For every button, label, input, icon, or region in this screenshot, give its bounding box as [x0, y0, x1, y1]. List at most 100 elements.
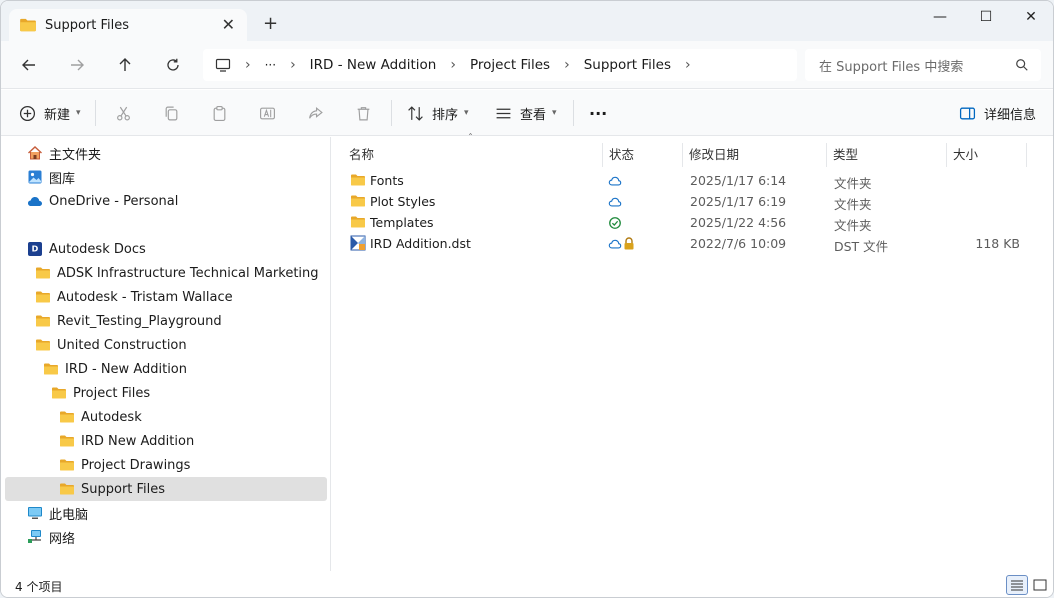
folder-icon [350, 214, 366, 230]
column-header-size[interactable]: 大小 [947, 143, 1027, 167]
rename-icon [260, 107, 275, 119]
nav-item-onedrive[interactable]: OneDrive - Personal [5, 189, 327, 213]
details-pane-button[interactable]: 详细信息 [959, 103, 1036, 123]
navigation-pane: 主文件夹 图库 OneDrive - Personal D Autodesk D… [1, 137, 331, 571]
nav-item-label: OneDrive - Personal [49, 193, 179, 209]
back-button[interactable] [17, 53, 41, 77]
scissors-icon [117, 106, 130, 120]
folder-icon [59, 409, 75, 425]
nav-item-home[interactable]: 主文件夹 [5, 141, 327, 165]
item-count: 4 个项目 [15, 580, 63, 594]
paste-button[interactable] [211, 103, 228, 123]
more-options-icon: ··· [589, 103, 608, 123]
toolbar-divider [573, 100, 574, 126]
tab-title: Support Files [45, 17, 130, 33]
copy-button[interactable] [163, 103, 180, 123]
breadcrumb-separator: › [564, 57, 570, 73]
file-type: 文件夹 [834, 176, 872, 191]
breadcrumb-item[interactable]: IRD - New Addition [310, 57, 437, 73]
nav-item-label: IRD New Addition [81, 433, 195, 449]
search-input[interactable]: 在 Support Files 中搜索 [805, 49, 1041, 81]
column-header-name[interactable]: 名称 [343, 143, 603, 167]
view-label: 查看 [520, 107, 547, 123]
maximize-button[interactable]: ☐ [963, 7, 1009, 27]
refresh-icon [167, 58, 179, 71]
folder-icon [35, 337, 51, 353]
new-tab-button[interactable]: + [263, 13, 278, 34]
nav-item-this-pc[interactable]: 此电脑 [5, 501, 327, 525]
large-icons-view-button[interactable] [1029, 575, 1051, 595]
file-size: 118 KB [975, 236, 1020, 251]
plus-circle-icon [19, 105, 36, 121]
column-header-status[interactable]: 状态 [603, 143, 683, 167]
breadcrumb[interactable]: › ··· › IRD - New Addition › Project Fil… [203, 49, 797, 81]
nav-item-support-files-selected[interactable]: Support Files [5, 477, 327, 501]
view-button[interactable]: 查看 ▾ [495, 103, 557, 123]
details-label: 详细信息 [984, 107, 1037, 123]
nav-item-autodesk-docs[interactable]: D Autodesk Docs [5, 237, 327, 261]
nav-item-label: Project Drawings [81, 457, 191, 473]
table-row[interactable]: Fonts 2025/1/17 6:14 文件夹 [344, 170, 1044, 191]
table-row[interactable]: IRD Addition.dst 2022/7/6 10:09 DST 文件 1… [344, 233, 1044, 254]
minimize-button[interactable]: — [917, 7, 963, 27]
more-options-button[interactable]: ··· [589, 103, 607, 123]
new-button[interactable]: 新建 ▾ [19, 103, 81, 123]
file-name: Plot Styles [370, 194, 436, 209]
refresh-button[interactable] [161, 53, 185, 77]
chevron-down-icon: ▾ [76, 108, 81, 118]
status-bar: 4 个项目 [1, 571, 1053, 597]
breadcrumb-item[interactable]: Project Files [470, 57, 550, 73]
toolbar-divider [391, 100, 392, 126]
nav-item-folder[interactable]: Project Drawings [5, 453, 327, 477]
folder-icon [35, 265, 51, 281]
nav-item-folder[interactable]: IRD New Addition [5, 429, 327, 453]
sort-button[interactable]: 排序 ▾ [407, 103, 469, 123]
column-header-modified[interactable]: 修改日期 [683, 143, 827, 167]
nav-item-folder[interactable]: Autodesk - Tristam Wallace [5, 285, 327, 309]
nav-item-folder[interactable]: Project Files [5, 381, 327, 405]
file-modified: 2025/1/22 4:56 [690, 215, 787, 230]
arrow-left-icon [22, 59, 35, 71]
nav-item-folder[interactable]: IRD - New Addition [5, 357, 327, 381]
table-row[interactable]: Templates 2025/1/22 4:56 文件夹 [344, 212, 1044, 233]
column-header-type[interactable]: 类型 [827, 143, 947, 167]
share-button[interactable] [307, 103, 324, 123]
search-placeholder: 在 Support Files 中搜索 [819, 59, 964, 75]
onedrive-cloud-icon [28, 197, 42, 206]
forward-button[interactable] [65, 53, 89, 77]
folder-icon [59, 433, 75, 449]
tab-close-button[interactable]: ✕ [222, 15, 235, 34]
table-row[interactable]: Plot Styles 2025/1/17 6:19 文件夹 [344, 191, 1044, 212]
nav-item-label: Autodesk Docs [49, 241, 146, 257]
details-view-button[interactable] [1006, 575, 1028, 595]
lock-icon [624, 237, 634, 250]
chevron-down-icon: ▾ [464, 108, 469, 118]
file-list-pane: ˆ 名称 状态 修改日期 类型 大小 Fonts 2025/1/17 6:14 … [332, 133, 1053, 571]
nav-item-folder[interactable]: Revit_Testing_Playground [5, 309, 327, 333]
breadcrumb-ellipsis[interactable]: ··· [265, 58, 276, 72]
file-modified: 2025/1/17 6:14 [690, 173, 787, 188]
cut-button[interactable] [115, 103, 132, 123]
close-window-button[interactable]: ✕ [1008, 7, 1053, 27]
folder-icon [59, 457, 75, 473]
svg-text:D: D [32, 245, 39, 254]
file-type: 文件夹 [834, 197, 872, 212]
nav-item-gallery[interactable]: 图库 [5, 165, 327, 189]
nav-item-label: 图库 [49, 171, 76, 187]
breadcrumb-item[interactable]: Support Files [584, 57, 671, 73]
file-name: IRD Addition.dst [370, 236, 471, 251]
view-lines-icon [496, 108, 511, 118]
nav-item-label: 主文件夹 [49, 147, 102, 163]
computer-icon [28, 507, 42, 519]
details-view-icon [1011, 580, 1023, 591]
tab-support-files[interactable]: Support Files ✕ [9, 9, 247, 41]
up-button[interactable] [113, 53, 137, 77]
breadcrumb-separator[interactable]: › [685, 57, 691, 73]
nav-item-folder[interactable]: United Construction [5, 333, 327, 357]
nav-item-folder[interactable]: ADSK Infrastructure Technical Marketing [5, 261, 327, 285]
sort-icon [408, 105, 423, 121]
rename-button[interactable] [259, 103, 276, 123]
nav-item-network[interactable]: 网络 [5, 525, 327, 549]
delete-button[interactable] [355, 103, 372, 123]
nav-item-folder[interactable]: Autodesk [5, 405, 327, 429]
